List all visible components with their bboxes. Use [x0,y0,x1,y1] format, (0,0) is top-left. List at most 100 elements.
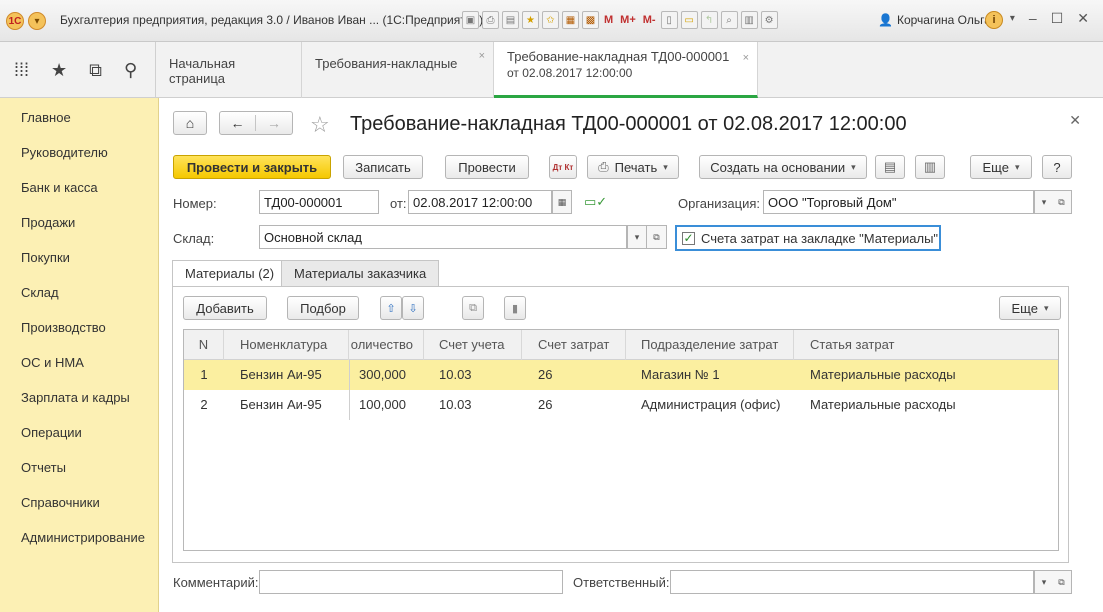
search-icon[interactable]: ⌕ [720,11,738,29]
favorites-star-icon[interactable]: ★ [51,60,67,81]
back-button[interactable]: ← [220,115,256,131]
create-based-on-button[interactable]: Создать на основании ▾ [699,155,867,179]
sidebar-item-fixed-assets[interactable]: ОС и НМА [21,355,84,370]
number-label: Номер: [173,196,217,211]
memory-minus-button[interactable]: M- [641,11,658,29]
print-icon[interactable]: ⎙ [482,11,499,29]
move-up-button[interactable]: ⇧ [380,296,402,320]
save-button[interactable]: Записать [343,155,423,179]
preview-icon[interactable]: ▤ [502,11,519,29]
date-input[interactable]: 02.08.2017 12:00:00 [408,190,552,214]
close-tab-icon[interactable]: × [743,50,749,66]
organization-dropdown-button[interactable]: ▾ [1034,190,1054,214]
date-label: от: [390,196,407,211]
tab-customer-materials[interactable]: Материалы заказчика [281,260,440,286]
sidebar-item-reports[interactable]: Отчеты [21,460,66,475]
paste-button[interactable]: ▮ [504,296,526,320]
responsible-dropdown-button[interactable]: ▾ [1034,570,1054,594]
sidebar-item-bank[interactable]: Банк и касса [21,180,98,195]
calculator-icon[interactable]: ▦ [562,11,579,29]
tab-requisitions-list[interactable]: Требования-накладные × [302,42,494,98]
column-header-cost-item[interactable]: Статья затрат [794,330,1058,360]
sidebar-item-purchases[interactable]: Покупки [21,250,70,265]
column-header-cost-account[interactable]: Счет затрат [522,330,626,360]
sidebar-item-operations[interactable]: Операции [21,425,82,440]
column-header-quantity[interactable]: оличество [349,330,424,360]
history-icon[interactable]: ⧉ [89,60,102,81]
journal-button[interactable]: ▥ [915,155,945,179]
favorites-icon[interactable]: ✩ [542,11,559,29]
forward-button[interactable]: → [256,115,292,131]
copy-row-button[interactable]: ⧉ [462,296,484,320]
cost-accounts-checkbox[interactable]: ✓ Счета затрат на закладке "Материалы" [675,225,941,251]
add-row-button[interactable]: Добавить [183,296,267,320]
add-to-favorites-icon[interactable]: ☆ [310,112,330,138]
info-icon[interactable]: i [985,11,1003,29]
column-header-account[interactable]: Счет учета [424,330,522,360]
sidebar-item-catalogs[interactable]: Справочники [21,495,100,510]
info-menu-caret-icon[interactable]: ▾ [1010,13,1015,27]
move-down-button[interactable]: ⇩ [402,296,424,320]
new-document-icon[interactable]: ▯ [660,11,678,29]
help-button[interactable]: ? [1042,155,1072,179]
table-more-button[interactable]: Еще ▾ [999,296,1061,320]
title-bar-left: 1С ▾ [6,12,46,30]
sidebar-item-manager[interactable]: Руководителю [21,145,108,160]
responsible-open-button[interactable]: ⧉ [1052,570,1072,594]
responsible-input[interactable] [670,570,1034,594]
sidebar-item-payroll[interactable]: Зарплата и кадры [21,390,130,405]
tab-materials[interactable]: Материалы (2) [172,260,288,287]
table-row[interactable]: 1 Бензин Аи-95 300,000 10.03 26 Магазин … [184,360,1058,390]
warehouse-open-button[interactable]: ⧉ [647,225,667,249]
column-header-cost-division[interactable]: Подразделение затрат [626,330,794,360]
warehouse-input[interactable]: Основной склад [259,225,627,249]
maximize-icon[interactable]: ☐ [1051,10,1064,27]
checkbox-checked-icon[interactable]: ✓ [682,232,695,245]
document-form: ⌂ ← → ☆ Требование-накладная ТД00-000001… [159,98,1103,612]
comment-input[interactable] [259,570,563,594]
back-arrow-icon[interactable]: ↰ [700,11,718,29]
open-folder-icon[interactable]: ▭ [680,11,698,29]
sidebar-item-production[interactable]: Производство [21,320,106,335]
print-button[interactable]: ⎙ Печать ▾ [587,155,679,179]
sidebar-item-sales[interactable]: Продажи [21,215,75,230]
sidebar-item-warehouse[interactable]: Склад [21,285,59,300]
calendar-picker-button[interactable]: ▦ [552,190,572,214]
memory-plus-button[interactable]: M+ [618,11,638,29]
home-button[interactable]: ⌂ [173,111,207,135]
cell-n: 1 [200,367,208,382]
post-and-close-button[interactable]: Провести и закрыть [173,155,331,179]
window-list-icon[interactable]: ▥ [740,11,758,29]
tab-requisitions-list-label: Требования-накладные [315,56,458,71]
column-header-item[interactable]: Номенклатура [224,330,349,360]
tab-home[interactable]: Начальная страница [156,42,302,98]
favorites-add-icon[interactable]: ★ [522,11,539,29]
organization-open-button[interactable]: ⧉ [1052,190,1072,214]
all-functions-icon[interactable]: ⁞⁞⁞ [14,60,29,81]
tools-icon[interactable]: ⚙ [760,11,778,29]
current-user[interactable]: 👤 Корчагина Ольга [878,13,991,27]
table-row[interactable]: 2 Бензин Аи-95 100,000 10.03 26 Админист… [184,390,1058,420]
warehouse-dropdown-button[interactable]: ▾ [627,225,647,249]
search-icon[interactable]: ⚲ [124,60,137,81]
close-form-icon[interactable]: ✕ [1069,112,1081,129]
calendar-icon[interactable]: ▩ [582,11,599,29]
arrow-down-icon: ⇩ [408,302,418,315]
more-actions-button[interactable]: Еще ▾ [970,155,1032,179]
column-header-n[interactable]: N [184,330,224,360]
organization-input[interactable]: ООО "Торговый Дом" [763,190,1034,214]
dt-kt-button[interactable]: Дт Кт [549,155,577,179]
main-menu-icon[interactable]: ▾ [28,12,46,30]
close-tab-icon[interactable]: × [479,50,485,62]
sidebar-item-main[interactable]: Главное [21,110,71,125]
number-input[interactable]: ТД00-000001 [259,190,379,214]
post-button[interactable]: Провести [445,155,529,179]
close-window-icon[interactable]: ✕ [1077,10,1089,27]
structure-button[interactable]: ▤ [875,155,905,179]
tab-requisition-document[interactable]: Требование-накладная ТД00-000001 от 02.0… [494,42,758,98]
save-doc-icon[interactable]: ▣ [462,11,479,29]
selection-button[interactable]: Подбор [287,296,359,320]
memory-m-button[interactable]: M [602,11,615,29]
sidebar-item-administration[interactable]: Администрирование [21,530,145,545]
minimize-icon[interactable]: – [1029,10,1037,27]
